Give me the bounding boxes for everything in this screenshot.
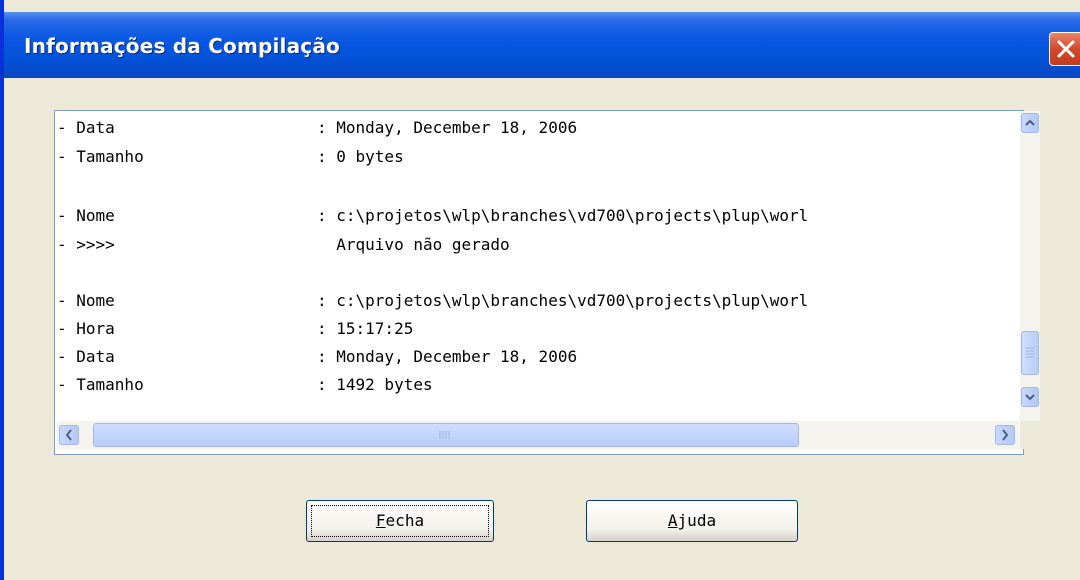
log-line: - >>>> Arquivo não gerado [57,232,510,257]
vertical-scroll-thumb[interactable] [1021,331,1039,375]
scroll-corner [1020,421,1040,449]
scroll-right-button[interactable] [995,425,1015,445]
arrow-down-icon [1025,394,1035,401]
log-value: Arquivo não gerado [317,235,510,254]
log-line: - Hora : 15:17:25 [57,316,413,341]
horizontal-scrollbar[interactable] [57,421,1019,449]
grip-icon [1026,347,1034,358]
close-button[interactable]: Fecha [306,500,494,542]
window-title: Informações da Compilação [24,34,340,58]
log-value: : 15:17:25 [317,319,414,338]
log-line: - Nome : c:\projetos\wlp\branches\vd700\p… [57,203,808,228]
log-label: - Tamanho [57,147,144,166]
arrow-left-icon [65,429,72,441]
log-value: : Monday, December 18, 2006 [317,118,578,137]
log-line: - Data : Monday, December 18, 2006 [57,115,577,140]
log-label: - Data [57,118,115,137]
log-line: - Tamanho : 1492 bytes [57,372,433,397]
log-line: - Tamanho : 0 bytes [57,144,404,169]
log-value: : c:\projetos\wlp\branches\vd700\project… [317,206,809,225]
log-line: - Nome : c:\projetos\wlp\branches\vd700\p… [57,288,808,313]
vertical-scrollbar[interactable] [1020,111,1040,421]
log-label: - Data [57,347,115,366]
log-label: - >>>> [57,235,115,254]
log-value: : 0 bytes [317,147,404,166]
log-line: - Data : Monday, December 18, 2006 [57,344,577,369]
scroll-down-button[interactable] [1021,387,1039,407]
horizontal-scroll-thumb[interactable] [93,423,799,447]
log-label: - Nome [57,206,115,225]
log-label: - Tamanho [57,375,144,394]
scroll-up-button[interactable] [1021,113,1039,133]
arrow-up-icon [1025,119,1035,126]
help-button-accel: A [667,511,678,530]
help-button-label: juda [677,511,717,530]
log-value: : Monday, December 18, 2006 [317,347,578,366]
log-value: : 1492 bytes [317,375,433,394]
log-label: - Hora [57,319,115,338]
scroll-left-button[interactable] [59,425,79,445]
arrow-right-icon [1002,429,1009,441]
log-lines: - Data : Monday, December 18, 2006 - Tama… [57,115,1021,420]
help-button[interactable]: Ajuda [586,500,798,542]
dialog-window: Informações da Compilação - Data : Monday… [0,0,1080,580]
compilation-log-textbox[interactable]: - Data : Monday, December 18, 2006 - Tama… [54,110,1040,455]
title-bar[interactable]: Informações da Compilação [4,12,1080,78]
log-value: : c:\projetos\wlp\branches\vd700\project… [317,291,809,310]
log-label: - Nome [57,291,115,310]
grip-icon [439,431,450,439]
close-window-button[interactable] [1049,32,1080,66]
close-x-icon [1057,40,1075,58]
focus-rectangle [311,505,489,537]
